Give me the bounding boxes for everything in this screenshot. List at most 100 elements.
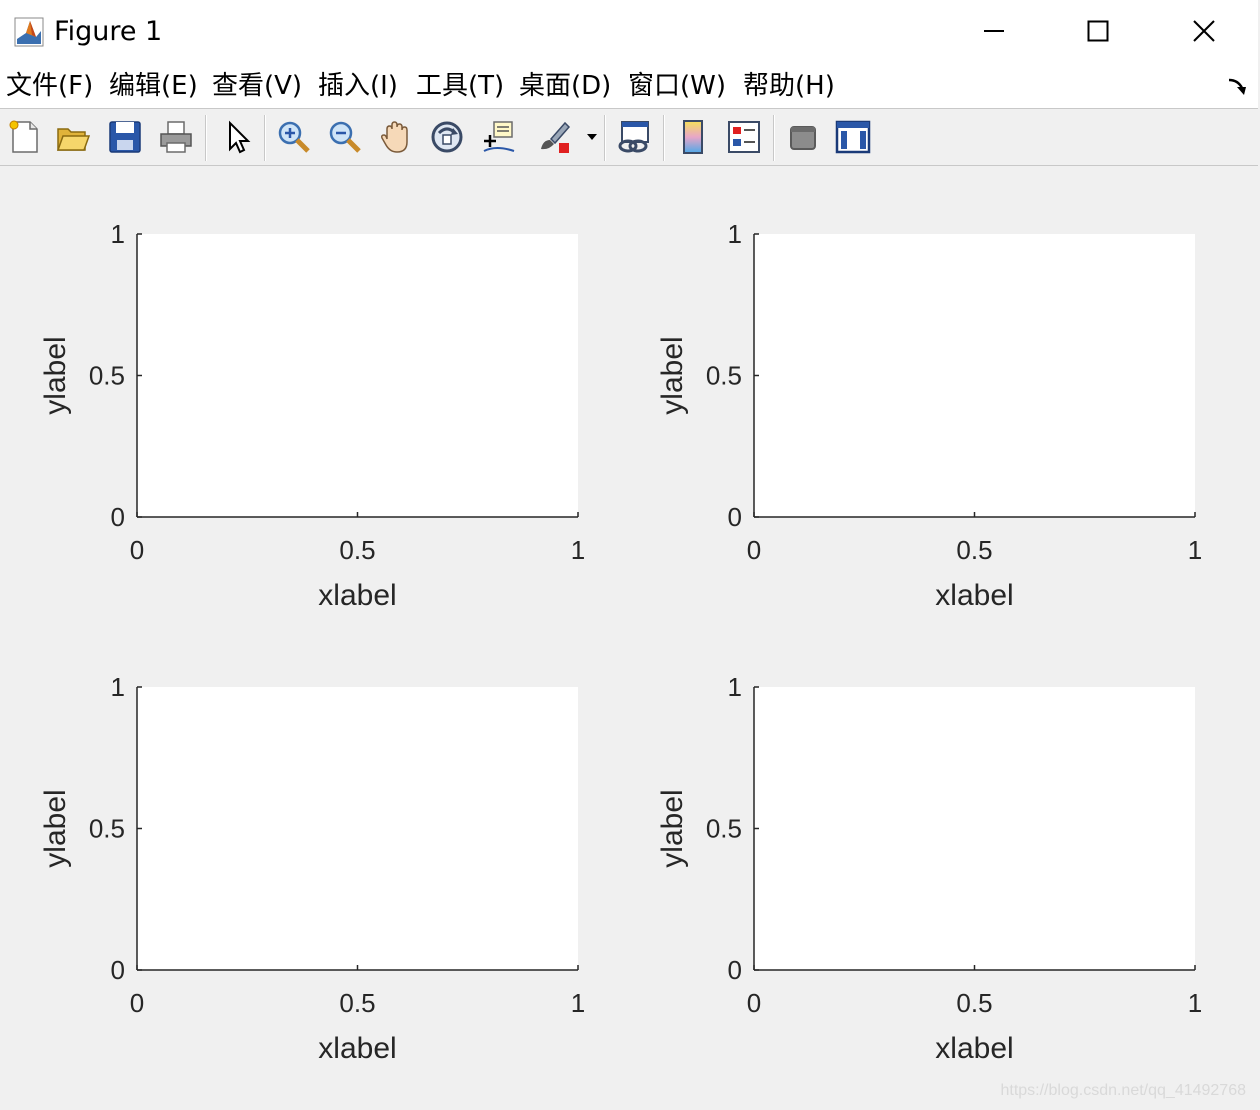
subplot-4[interactable]: 0 0.5 1 0 0.5 1 xlabel ylabel: [656, 672, 1202, 1065]
minimize-icon: [984, 30, 1004, 32]
legend-icon: [728, 121, 760, 153]
zoom-out-button[interactable]: [325, 117, 365, 157]
y-tick-label: 0.5: [89, 814, 125, 844]
menu-window[interactable]: 窗口(W): [628, 68, 726, 104]
figure-canvas: 0 0.5 1 0 0.5 1 xlabel ylabel 0 0.5 1 0 0.5 1 xlabel yl…: [0, 166, 1258, 1110]
zoom-out-icon: [329, 121, 361, 153]
menu-bar: 文件(F) 编辑(E) 查看(V) 插入(I) 工具(T) 桌面(D) 窗口(W…: [0, 64, 1258, 108]
menu-desktop[interactable]: 桌面(D): [519, 68, 611, 104]
maximize-icon: [1087, 20, 1109, 42]
toolbar-separator: [773, 115, 775, 161]
chevron-down-icon: [587, 134, 597, 140]
title-bar[interactable]: Figure 1: [0, 0, 1258, 64]
matlab-logo-icon: [14, 17, 44, 47]
subplot-2[interactable]: 0 0.5 1 0 0.5 1 xlabel ylabel: [656, 219, 1202, 612]
x-tick-label: 0: [130, 535, 144, 565]
print-button[interactable]: [156, 117, 196, 157]
toolbar-separator: [604, 115, 606, 161]
figure-window: Figure 1 文件(F) 编辑(E) 查看(V) 插入(I) 工具(T) 桌…: [0, 0, 1258, 1110]
y-tick-label: 1: [111, 219, 125, 249]
y-tick-label: 0.5: [706, 814, 742, 844]
save-button[interactable]: [105, 117, 145, 157]
axes-background: [137, 234, 578, 517]
rotate-3d-icon: [431, 121, 463, 153]
show-plot-tools-icon: [835, 120, 871, 154]
y-axis-label: ylabel: [39, 336, 72, 414]
brush-dropdown-button[interactable]: [578, 117, 606, 157]
x-tick-label: 0: [747, 535, 761, 565]
hide-plot-tools-button[interactable]: [783, 117, 823, 157]
x-tick-label: 1: [1188, 988, 1202, 1018]
x-tick-label: 0.5: [956, 988, 992, 1018]
x-tick-label: 1: [571, 535, 585, 565]
colorbar-button[interactable]: [673, 117, 713, 157]
new-figure-button[interactable]: [4, 117, 44, 157]
brush-button[interactable]: [533, 117, 573, 157]
x-tick-label: 0: [130, 988, 144, 1018]
pan-hand-icon: [381, 121, 408, 153]
y-axis-label: ylabel: [656, 336, 689, 414]
x-tick-label: 0.5: [339, 535, 375, 565]
maximize-button[interactable]: [1046, 0, 1150, 62]
data-cursor-button[interactable]: [478, 117, 518, 157]
hide-plot-tools-icon: [790, 126, 816, 150]
show-plot-tools-button[interactable]: [833, 117, 873, 157]
new-figure-icon: [9, 120, 38, 153]
x-tick-label: 1: [1188, 535, 1202, 565]
axes-background: [754, 687, 1195, 970]
menu-edit[interactable]: 编辑(E): [109, 68, 198, 104]
data-cursor-icon: [483, 121, 515, 152]
y-tick-label: 0.5: [89, 361, 125, 391]
menu-file[interactable]: 文件(F): [6, 68, 93, 104]
subplot-3[interactable]: 0 0.5 1 0 0.5 1 xlabel ylabel: [39, 672, 585, 1065]
close-button[interactable]: [1152, 0, 1256, 62]
dock-arrow-icon[interactable]: [1226, 74, 1250, 98]
save-icon: [109, 121, 141, 153]
x-axis-label: xlabel: [935, 579, 1013, 612]
toolbar-separator: [663, 115, 665, 161]
axes-background: [754, 234, 1195, 517]
menu-insert[interactable]: 插入(I): [318, 68, 398, 104]
colorbar-icon: [683, 120, 703, 154]
figure-toolbar: [0, 108, 1258, 166]
watermark-text: https://blog.csdn.net/qq_41492768: [1000, 1082, 1246, 1099]
zoom-in-button[interactable]: [274, 117, 314, 157]
open-file-icon: [56, 128, 91, 151]
close-icon: [1193, 20, 1215, 42]
link-plot-icon: [618, 121, 649, 153]
y-axis-label: ylabel: [39, 789, 72, 867]
x-tick-label: 1: [571, 988, 585, 1018]
x-tick-label: 0.5: [956, 535, 992, 565]
y-tick-label: 0: [111, 955, 125, 985]
brush-icon: [541, 121, 571, 153]
minimize-button[interactable]: [942, 0, 1046, 62]
rotate-3d-button[interactable]: [427, 117, 467, 157]
axes-background: [137, 687, 578, 970]
pan-button[interactable]: [376, 117, 416, 157]
y-tick-label: 1: [728, 672, 742, 702]
legend-button[interactable]: [724, 117, 764, 157]
x-axis-label: xlabel: [318, 1032, 396, 1065]
select-pointer-icon: [229, 120, 251, 154]
x-tick-label: 0: [747, 988, 761, 1018]
select-button[interactable]: [217, 117, 257, 157]
menu-help[interactable]: 帮助(H): [743, 68, 835, 104]
subplot-1[interactable]: 0 0.5 1 0 0.5 1 xlabel ylabel: [39, 219, 585, 612]
toolbar-separator: [205, 115, 207, 161]
y-tick-label: 0: [111, 502, 125, 532]
window-title: Figure 1: [54, 16, 163, 47]
toolbar-separator: [264, 115, 266, 161]
menu-view[interactable]: 查看(V): [212, 68, 302, 104]
open-file-button[interactable]: [53, 117, 93, 157]
print-icon: [160, 121, 192, 153]
zoom-in-icon: [278, 121, 310, 153]
x-axis-label: xlabel: [318, 579, 396, 612]
subplot-grid[interactable]: 0 0.5 1 0 0.5 1 xlabel ylabel 0 0.5 1 0 0.5 1 xlabel yl…: [0, 166, 1258, 1110]
y-tick-label: 1: [728, 219, 742, 249]
link-plot-button[interactable]: [614, 117, 654, 157]
x-tick-label: 0.5: [339, 988, 375, 1018]
menu-tools[interactable]: 工具(T): [416, 68, 504, 104]
y-tick-label: 0: [728, 955, 742, 985]
x-axis-label: xlabel: [935, 1032, 1013, 1065]
y-tick-label: 0: [728, 502, 742, 532]
